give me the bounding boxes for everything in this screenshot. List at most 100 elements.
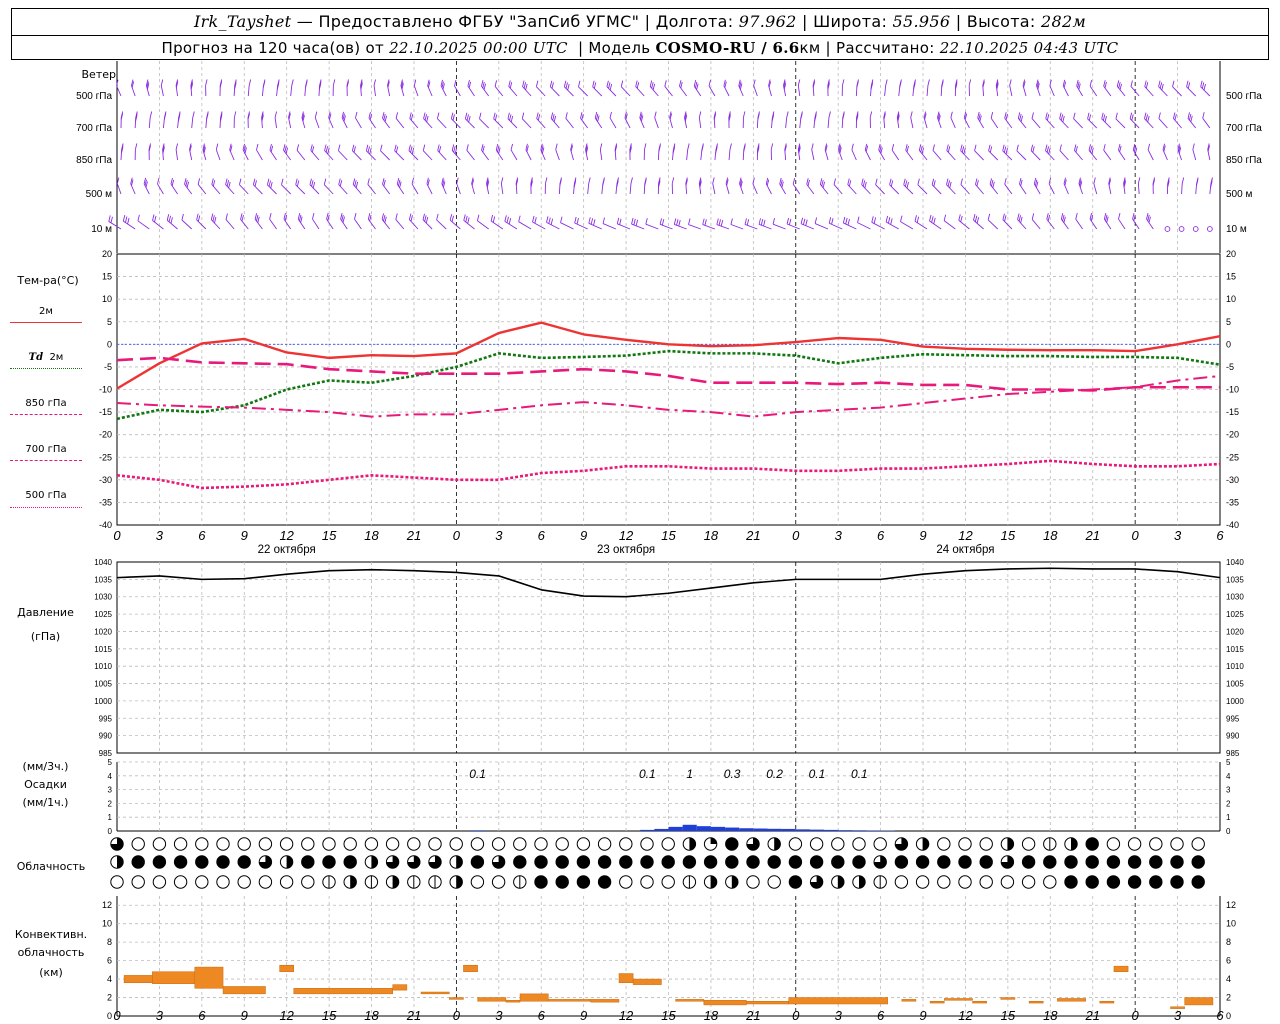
wind-barb bbox=[728, 149, 731, 161]
wind-barb-feather bbox=[760, 219, 764, 226]
temp-ytick: -40 bbox=[99, 520, 112, 530]
cloud-cover-symbol bbox=[915, 875, 930, 889]
wind-barb-feather bbox=[1200, 80, 1203, 87]
wind-barb-feather bbox=[438, 146, 442, 153]
wind-barb-feather bbox=[332, 79, 336, 86]
cloud-cover-symbol bbox=[1021, 875, 1036, 889]
cloud-cover-symbol bbox=[534, 837, 548, 851]
wind-barb-feather bbox=[309, 178, 312, 185]
pres-ytick-right: 1000 bbox=[1226, 697, 1244, 706]
wind-barb-feather bbox=[537, 114, 541, 121]
wind-barb-feather bbox=[636, 82, 640, 89]
cloud-cover-symbol bbox=[428, 837, 442, 851]
wind-barb-feather bbox=[108, 215, 111, 222]
wind-barb-feather bbox=[255, 214, 259, 222]
date-label: 24 октября bbox=[936, 544, 994, 556]
temp-xtick: 0 bbox=[1132, 528, 1140, 543]
wind-barb-feather bbox=[384, 115, 388, 122]
temp-ytick: -30 bbox=[99, 475, 112, 485]
wind-barb-feather bbox=[807, 179, 810, 187]
wind-barb bbox=[500, 183, 504, 195]
wind-barb-feather bbox=[743, 111, 746, 118]
wind-barb-feather bbox=[240, 213, 243, 220]
wind-barb-feather bbox=[1045, 144, 1048, 151]
wind-barb bbox=[175, 149, 179, 161]
wind-barb-feather bbox=[891, 143, 895, 151]
wind-barb-feather bbox=[567, 83, 570, 91]
convective-bar bbox=[392, 984, 408, 991]
convective-bar bbox=[590, 999, 620, 1003]
wind-barb bbox=[354, 218, 362, 230]
wind-level-label: 500 гПа bbox=[76, 91, 112, 102]
pres-ytick: 1025 bbox=[94, 610, 112, 619]
cloud-cover-symbol bbox=[767, 855, 781, 869]
wind-barb bbox=[987, 219, 999, 230]
wind-barb-feather bbox=[254, 180, 257, 187]
wind-barb bbox=[247, 85, 250, 97]
cloud-cover-symbol bbox=[1127, 837, 1142, 851]
wind-barb-feather bbox=[828, 217, 832, 224]
wind-barb-feather bbox=[946, 178, 949, 185]
wind-barb-feather bbox=[160, 79, 164, 86]
cloud-cover-symbol bbox=[216, 855, 230, 869]
wind-barb-feather bbox=[696, 83, 699, 90]
wind-barb-feather bbox=[1062, 214, 1065, 222]
wind-barb-feather bbox=[291, 79, 294, 86]
wind-barb-feather bbox=[196, 213, 199, 220]
wind-barb-feather bbox=[270, 181, 273, 189]
convective-bar bbox=[123, 975, 153, 984]
wind-barb-feather bbox=[687, 143, 690, 150]
wind-barb bbox=[239, 184, 249, 195]
wind-barb-feather bbox=[110, 216, 113, 223]
convective-bar bbox=[152, 971, 196, 984]
wind-barb-feather bbox=[704, 219, 707, 226]
wind-barb-feather bbox=[382, 178, 385, 185]
wind-barb-feather bbox=[1017, 112, 1021, 119]
wind-barb-feather bbox=[1078, 83, 1081, 90]
wind-barb-feather bbox=[861, 178, 864, 185]
wind-barb-feather bbox=[337, 144, 341, 151]
wind-barb-feather bbox=[708, 79, 711, 87]
wind-barb bbox=[395, 219, 405, 230]
wind-barb-feather bbox=[960, 178, 963, 185]
wind-barb bbox=[974, 150, 984, 161]
wind-calm-circle bbox=[1164, 226, 1171, 232]
wind-barb-feather bbox=[365, 144, 369, 151]
temp-ytick: -20 bbox=[99, 430, 112, 440]
conv-xtick: 12 bbox=[958, 1008, 973, 1023]
wind-barb-feather bbox=[1119, 83, 1123, 90]
wind-barb-feather bbox=[225, 213, 228, 220]
wind-barb-feather bbox=[1118, 143, 1121, 151]
wind-barb-feather bbox=[368, 111, 371, 119]
cloud-cover-symbol bbox=[173, 855, 188, 869]
cloud-cover-symbol bbox=[1191, 837, 1205, 851]
wind-barb-feather bbox=[1145, 114, 1149, 121]
wind-barb-feather bbox=[498, 147, 501, 154]
wind-barb bbox=[395, 118, 405, 129]
wind-barb-feather bbox=[1059, 144, 1062, 151]
wind-barb-feather bbox=[977, 111, 980, 119]
wind-barb-feather bbox=[1147, 115, 1150, 123]
cloud-cover-symbol bbox=[449, 837, 463, 851]
wind-barb-feather bbox=[1093, 177, 1096, 184]
wind-barb-feather bbox=[788, 218, 792, 225]
wind-barb-feather bbox=[875, 178, 878, 185]
wind-barb-feather bbox=[890, 218, 893, 225]
wind-barb bbox=[355, 117, 362, 129]
wind-barb-feather bbox=[906, 145, 909, 153]
wind-barb bbox=[712, 183, 716, 195]
wind-barb-feather bbox=[492, 216, 496, 223]
wind-barb-feather bbox=[481, 144, 484, 151]
wind-barb-feather bbox=[1020, 115, 1024, 122]
wind-barb-feather bbox=[205, 79, 208, 86]
wind-barb-feather bbox=[947, 146, 951, 153]
wind-barb-feather bbox=[802, 218, 806, 225]
wind-barb-feather bbox=[805, 219, 808, 226]
temp-ytick: -5 bbox=[104, 362, 112, 372]
cloud-cover-symbol bbox=[258, 875, 273, 889]
wind-barb-feather bbox=[1030, 144, 1034, 151]
wind-barb-feather bbox=[619, 218, 622, 225]
wind-barb-feather bbox=[1192, 143, 1195, 150]
precip-bar bbox=[696, 826, 711, 831]
pres-ytick-right: 1005 bbox=[1226, 680, 1244, 689]
